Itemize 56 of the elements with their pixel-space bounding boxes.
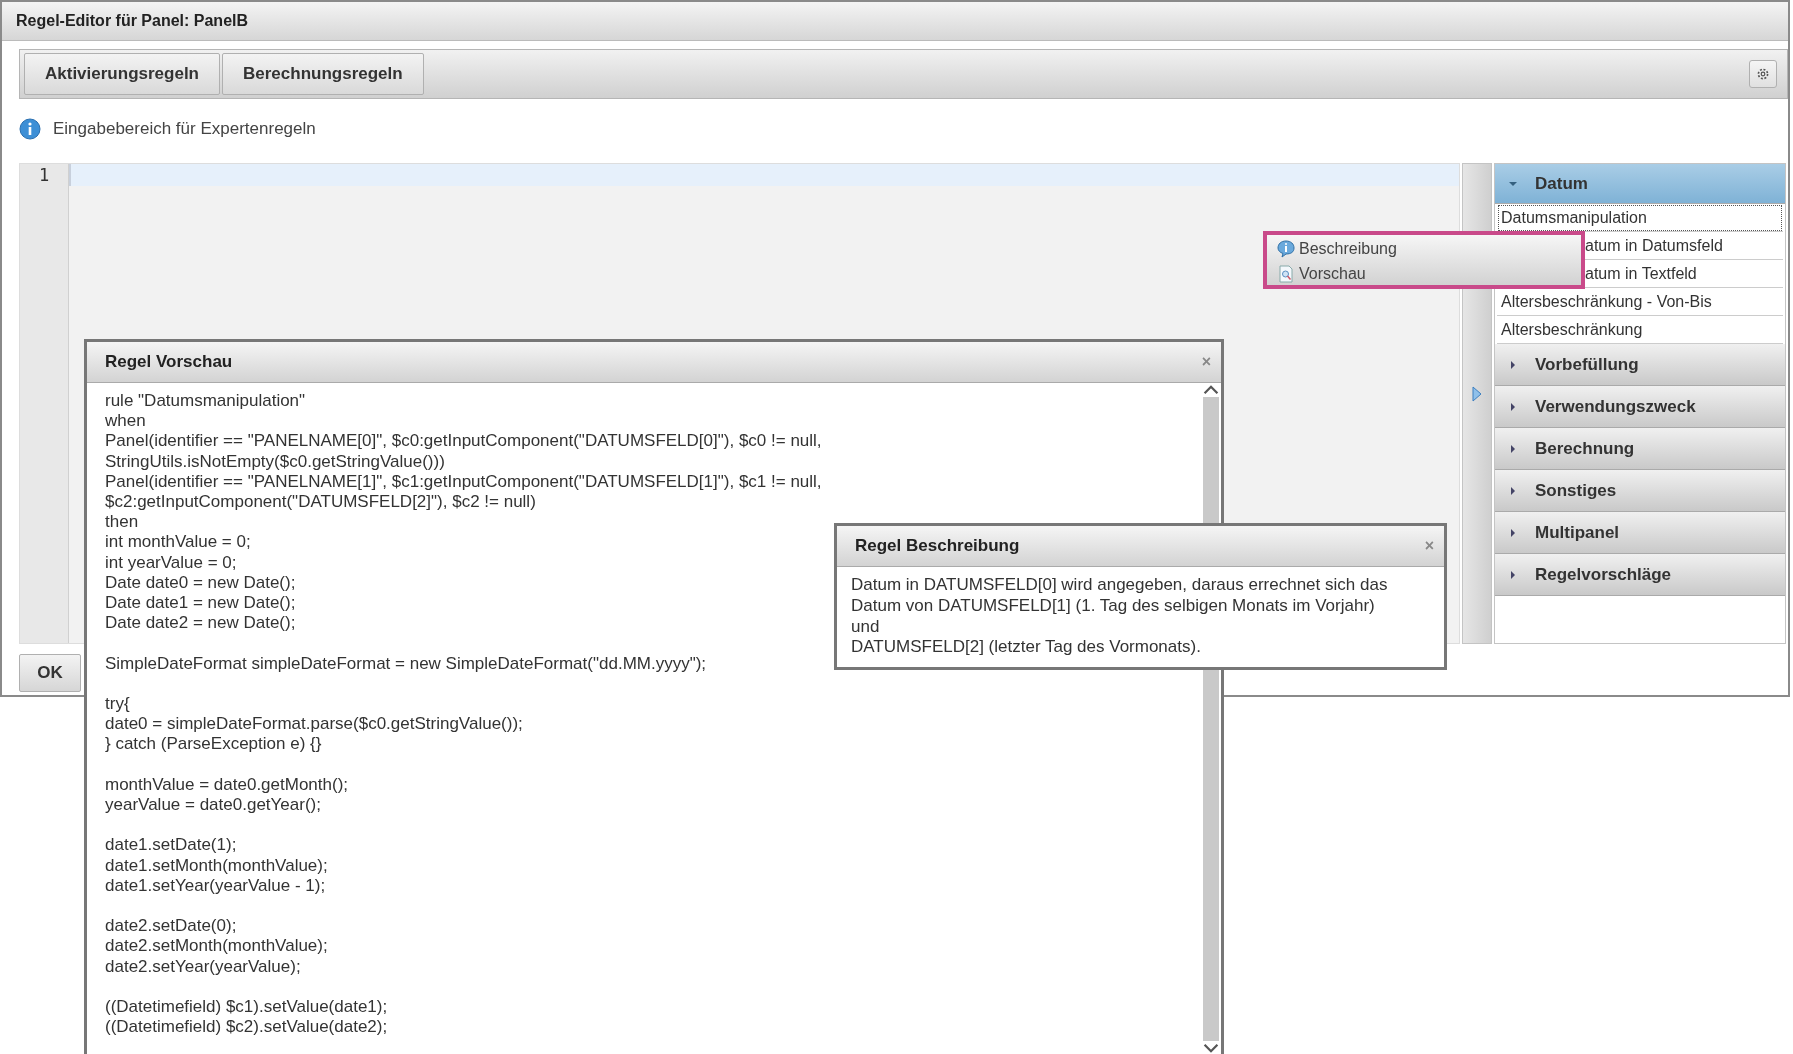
caret-icon	[1509, 402, 1517, 411]
ok-button[interactable]: OK	[19, 654, 81, 692]
caret-icon	[1509, 444, 1517, 453]
code-line: date1.setDate(1);	[105, 835, 237, 856]
code-line: rule "Datumsmanipulation"	[105, 391, 306, 412]
code-line: yearValue = date0.getYear();	[105, 795, 321, 816]
code-line: ((Datetimefield) $c1).setValue(date1);	[105, 997, 388, 1018]
description-text: Datum in DATUMSFELD[0] wird angegeben, daraus errechnet sich das Datum von DATUMSFELD[1] (1. Tag des selbigen Monats im Vorjahr) und DATUMSFELD[2] (letzter Tag des Vormonats).	[850, 574, 1389, 659]
code-line: try{	[105, 694, 130, 715]
code-line: then	[105, 512, 139, 533]
rule-type-button[interactable]: Berechnungsregeln	[222, 53, 424, 95]
code-line: Panel(identifier == "PANELNAME[1]", $c1:getInputComponent("DATUMSFELD[1]"), $c1 != null,	[105, 471, 822, 492]
dialog-title: Regel Beschreibung	[855, 536, 1020, 556]
line-number: 1	[38, 164, 50, 186]
section-header[interactable]: Vorbefüllung	[1495, 344, 1785, 386]
info-icon	[19, 118, 41, 140]
code-line: date2.setYear(yearValue);	[105, 956, 301, 977]
section-header[interactable]: Multipanel	[1495, 512, 1785, 554]
caret-icon	[1509, 360, 1517, 369]
code-line: Date date1 = new Date();	[105, 593, 296, 614]
rule-type-button[interactable]: Aktivierungsregeln	[24, 53, 220, 95]
section-header[interactable]: Datum	[1495, 164, 1785, 204]
window-title: Regel-Editor für Panel: PanelB	[2, 2, 1788, 41]
code-line: StringUtils.isNotEmpty($c0.getStringValue()))	[105, 451, 445, 472]
code-line: int monthValue = 0;	[105, 532, 251, 553]
code-line: Panel(identifier == "PANELNAME[0]", $c0:getInputComponent("DATUMSFELD[0]"), $c0 != null,	[105, 431, 822, 452]
info-text: Eingabebereich für Expertenregeln	[53, 119, 316, 139]
settings-button[interactable]	[1749, 60, 1777, 88]
dialog-title: Regel Vorschau	[105, 352, 233, 372]
scroll-up-icon	[1203, 383, 1219, 397]
section-header[interactable]: Sonstiges	[1495, 470, 1785, 512]
code-line: Date date0 = new Date();	[105, 572, 296, 594]
caret-icon	[1509, 486, 1517, 495]
section-header[interactable]: Berechnung	[1495, 428, 1785, 470]
caret-icon	[1509, 570, 1517, 579]
section-header[interactable]: Verwendungszweck	[1495, 386, 1785, 428]
code-line: date1.setYear(yearValue - 1);	[105, 875, 326, 896]
code-line: $c2:getInputComponent("DATUMSFELD[2]"), $c2 != null)	[105, 492, 536, 513]
code-line: monthValue = date0.getMonth();	[105, 774, 349, 795]
code-line: date0 = simpleDateFormat.parse($c0.getStringValue());	[105, 714, 523, 735]
code-line: date2.setDate(0);	[105, 916, 237, 937]
caret-icon	[1509, 528, 1517, 537]
code-line: int yearValue = 0;	[105, 552, 237, 573]
code-line: } catch (ParseException e) {}	[105, 734, 322, 755]
caret-icon	[1509, 179, 1517, 188]
section-header[interactable]: Regelvorschläge	[1495, 554, 1785, 596]
expand-arrow-icon	[1472, 385, 1482, 402]
code-line: Date date2 = new Date();	[105, 613, 296, 634]
document-magnifier-icon	[1277, 264, 1295, 283]
code-line: date2.setMonth(monthValue);	[105, 936, 328, 957]
code-line: ((Datetimefield) $c2).setValue(date2);	[105, 1017, 388, 1038]
code-line: when	[105, 411, 146, 432]
speech-bubble-icon	[1277, 239, 1295, 258]
code-line: date1.setMonth(monthValue);	[105, 855, 328, 876]
settings-icon	[1756, 67, 1770, 81]
code-line: SimpleDateFormat simpleDateFormat = new SimpleDateFormat("dd.MM.yyyy");	[105, 653, 707, 674]
